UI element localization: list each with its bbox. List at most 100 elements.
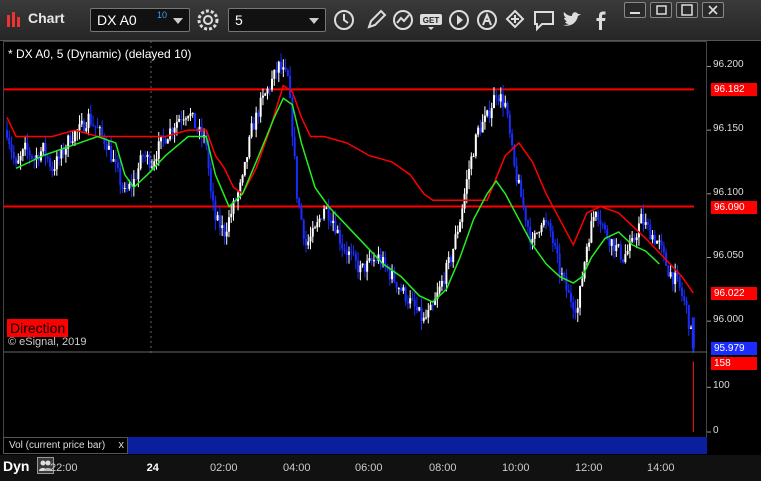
candle-body	[30, 155, 33, 159]
candle-body	[189, 113, 192, 117]
clock-icon[interactable]	[332, 8, 356, 32]
candle-body	[375, 260, 378, 262]
candle-body	[640, 213, 643, 224]
candle-body	[166, 139, 169, 144]
candle-body	[250, 123, 253, 137]
candle-body	[524, 205, 527, 221]
chevron-down-icon	[309, 18, 319, 24]
get-data-icon[interactable]: GET	[419, 8, 443, 32]
candle-body	[642, 213, 645, 225]
candle-body	[490, 108, 493, 119]
pencil-icon[interactable]	[364, 8, 388, 32]
candle-body	[533, 233, 536, 239]
price-marker-box: 95.979	[711, 341, 757, 355]
candle-body	[277, 61, 280, 73]
candle-body	[418, 307, 421, 311]
candle-body	[184, 118, 187, 120]
candle-body	[135, 179, 138, 181]
close-button[interactable]	[702, 2, 724, 18]
candle-body	[656, 241, 659, 244]
candle-body	[449, 257, 452, 263]
candle-body	[314, 227, 317, 229]
price-pane[interactable]	[0, 41, 761, 353]
candle-body	[635, 237, 638, 241]
restore-button[interactable]	[650, 2, 672, 18]
volume-study-tab[interactable]: Vol (current price bar) x	[3, 437, 128, 454]
candle-body	[329, 220, 332, 224]
close-icon[interactable]: x	[119, 438, 125, 453]
candle-body	[12, 151, 15, 159]
dynamic-mode-label[interactable]: Dyn	[3, 458, 29, 474]
candle-body	[212, 191, 215, 201]
maximize-button[interactable]	[676, 2, 698, 18]
candle-body	[92, 124, 95, 126]
candle-body	[415, 306, 418, 311]
candle-body	[644, 222, 647, 225]
candle-body	[230, 213, 233, 218]
study-legend[interactable]: * DX A0, 5 (Dynamic) (delayed 10)	[8, 47, 191, 61]
candle-body	[80, 120, 83, 125]
candle-body	[280, 61, 283, 70]
candle-body	[425, 317, 428, 319]
candle-body	[273, 69, 276, 79]
candle-body	[547, 222, 550, 224]
candle-body	[73, 131, 76, 142]
candle-body	[248, 136, 251, 158]
candle-body	[304, 238, 307, 246]
candle-body	[171, 128, 174, 133]
candle-body	[144, 156, 147, 158]
candle-body	[554, 242, 557, 246]
candle-body	[271, 78, 274, 90]
candle-body	[255, 112, 258, 130]
facebook-icon[interactable]	[588, 8, 612, 32]
candle-body	[345, 250, 348, 255]
settings-gear-icon[interactable]	[196, 8, 220, 32]
price-marker-box: 96.022	[711, 287, 757, 301]
candle-body	[318, 218, 321, 223]
candle-body	[590, 221, 593, 243]
candle-body	[526, 220, 529, 227]
candle-body	[651, 234, 654, 240]
candle-body	[316, 222, 319, 228]
alert-icon[interactable]	[475, 8, 499, 32]
candle-body	[300, 205, 303, 220]
candle-body	[388, 269, 391, 280]
price-tick-label: 96.100	[713, 186, 744, 198]
candle-body	[55, 156, 58, 170]
symbol-dropdown[interactable]: DX A0 10	[90, 8, 190, 32]
last-candle[interactable]	[691, 317, 695, 348]
candle-body	[298, 198, 301, 206]
candle-body	[542, 220, 545, 226]
volume-pane[interactable]	[0, 354, 761, 438]
interval-dropdown[interactable]: 5	[228, 8, 326, 32]
symbol-superscript: 10	[157, 10, 168, 20]
volume-tick-label: 0	[713, 425, 719, 436]
candle-body	[687, 304, 690, 330]
candle-body	[6, 130, 8, 138]
minimize-button[interactable]	[624, 2, 646, 18]
candle-body	[680, 287, 683, 297]
twitter-icon[interactable]	[560, 8, 584, 32]
green-study-line[interactable]	[15, 97, 660, 303]
candle-body	[87, 113, 90, 129]
play-icon[interactable]	[447, 8, 471, 32]
red-study-line[interactable]	[6, 84, 694, 294]
link-icon[interactable]	[503, 8, 527, 32]
candle-body	[540, 225, 543, 232]
candle-body	[545, 220, 548, 223]
candle-body	[105, 143, 108, 150]
candle-body	[624, 254, 627, 263]
candle-body	[357, 260, 360, 273]
volume-study-label: Vol (current price bar)	[9, 440, 106, 451]
candle-body	[24, 142, 27, 150]
comment-icon[interactable]	[532, 8, 556, 32]
candle-body	[169, 128, 172, 140]
candle-body	[443, 280, 446, 284]
study-line-icon[interactable]	[391, 8, 415, 32]
candle-body	[157, 141, 160, 159]
volume-marker-box: 158	[711, 357, 757, 371]
price-marker-box: 96.182	[711, 83, 757, 97]
candle-body	[266, 88, 269, 94]
title-bar: Chart DX A0 10 5 GET	[0, 0, 761, 41]
candle-body	[28, 150, 31, 156]
